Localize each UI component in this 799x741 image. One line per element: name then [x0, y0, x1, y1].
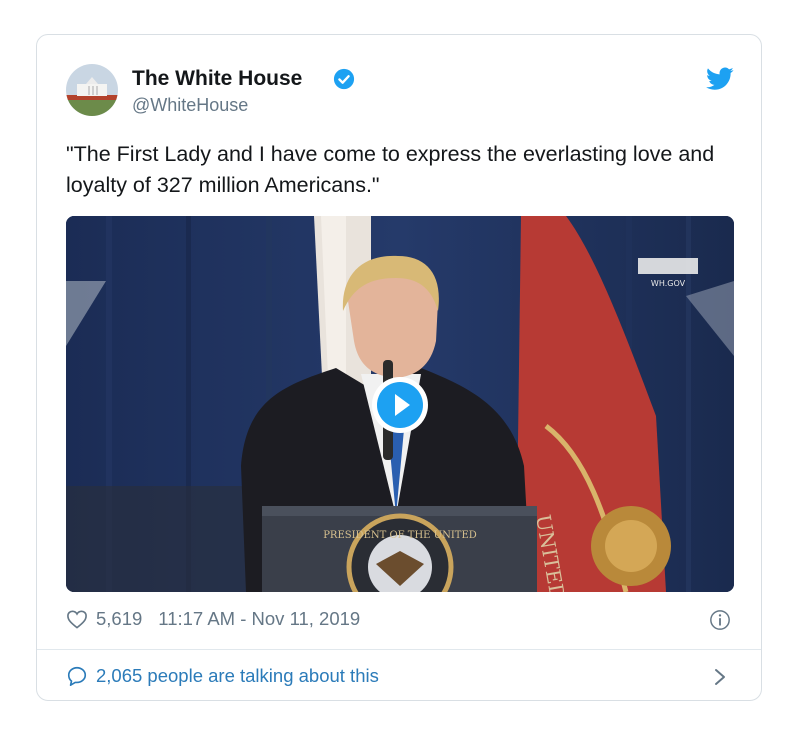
chevron-right-icon[interactable] — [713, 667, 727, 687]
avatar[interactable] — [66, 64, 118, 116]
tweet-meta: 5,619 11:17 AM - Nov 11, 2019 — [66, 608, 360, 630]
play-icon[interactable] — [371, 376, 429, 434]
twitter-bird-icon[interactable] — [706, 67, 734, 91]
speech-bubble-icon — [67, 666, 87, 686]
conversation-count[interactable]: 2,065 people are talking about this — [96, 665, 379, 687]
seal-text: PRESIDENT OF THE UNITED — [323, 530, 477, 541]
divider — [37, 649, 761, 650]
author-name[interactable]: The White House — [132, 67, 302, 91]
conversation-link[interactable]: 2,065 people are talking about this — [66, 665, 379, 687]
tweet-text: "The First Lady and I have come to expre… — [66, 142, 715, 197]
heart-icon[interactable] — [66, 609, 88, 629]
tweet-card[interactable]: The White House @WhiteHouse "The First L… — [36, 34, 762, 701]
verified-badge-icon — [333, 68, 355, 90]
watermark-text: WH.GOV — [651, 279, 686, 288]
author-handle[interactable]: @WhiteHouse — [132, 95, 248, 116]
timestamp[interactable]: 11:17 AM - Nov 11, 2019 — [158, 608, 360, 630]
info-icon[interactable] — [709, 609, 731, 631]
like-count[interactable]: 5,619 — [96, 608, 142, 630]
